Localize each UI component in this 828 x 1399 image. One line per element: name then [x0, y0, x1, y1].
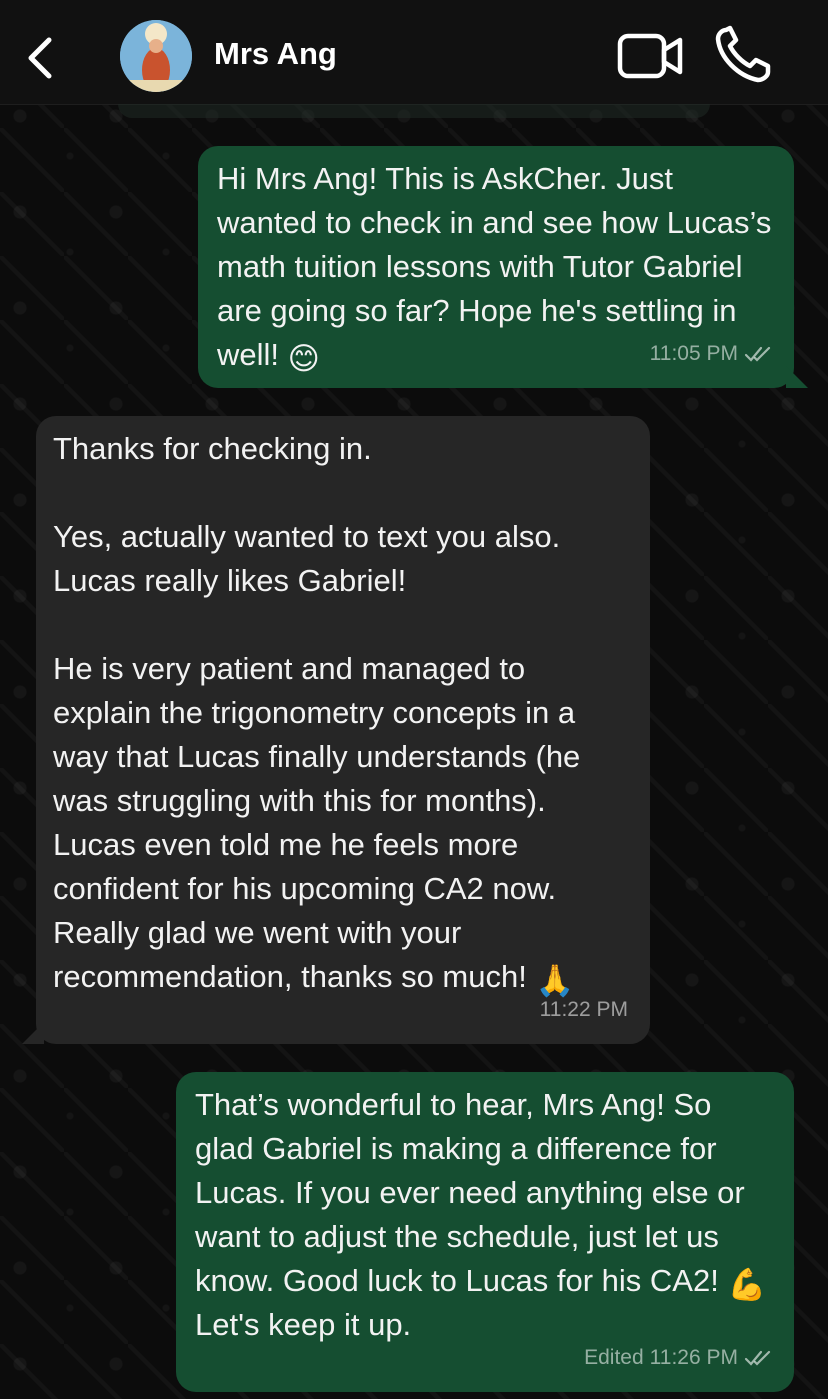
message-time: 11:05 PM	[649, 342, 738, 365]
back-button[interactable]	[18, 30, 62, 86]
double-check-icon	[744, 346, 771, 362]
phone-icon	[715, 25, 771, 83]
video-camera-icon	[617, 33, 683, 79]
double-check-icon	[744, 1350, 771, 1366]
voice-call-button[interactable]	[712, 24, 778, 86]
message-paragraph: He is very patient and managed to explai…	[53, 647, 632, 999]
flexed-biceps-emoji: 💪	[727, 1267, 767, 1302]
message-bubble-outgoing[interactable]: That’s wonderful to hear, Mrs Ang! So gl…	[176, 1072, 794, 1392]
message-bubble-incoming[interactable]: Thanks for checking in. Yes, actually wa…	[36, 416, 650, 1044]
chevron-left-icon	[28, 37, 52, 79]
message-paragraph: Thanks for checking in.	[53, 431, 372, 466]
avatar[interactable]	[120, 20, 192, 92]
smile-emoji: 😊	[287, 341, 320, 376]
message-meta: 11:05 PM	[650, 332, 772, 376]
message-text: That’s wonderful to hear, Mrs Ang! So gl…	[195, 1087, 745, 1298]
previous-message-edge	[118, 104, 710, 118]
avatar-image	[120, 20, 192, 92]
video-call-button[interactable]	[616, 30, 686, 82]
message-time: 11:22 PM	[539, 998, 628, 1021]
message-paragraph: Yes, actually wanted to text you also. L…	[53, 519, 561, 598]
edited-label: Edited	[584, 1346, 644, 1369]
message-text: Let's keep it up.	[195, 1307, 412, 1342]
message-text: He is very patient and managed to explai…	[53, 651, 581, 994]
chat-header: Mrs Ang	[0, 0, 828, 105]
message-meta: 11:22 PM	[540, 988, 628, 1032]
message-meta: Edited 11:26 PM	[584, 1336, 772, 1380]
message-bubble-outgoing[interactable]: Hi Mrs Ang! This is AskCher. Just wanted…	[198, 146, 794, 388]
message-time: 11:26 PM	[649, 1346, 738, 1369]
contact-name[interactable]: Mrs Ang	[214, 36, 337, 72]
